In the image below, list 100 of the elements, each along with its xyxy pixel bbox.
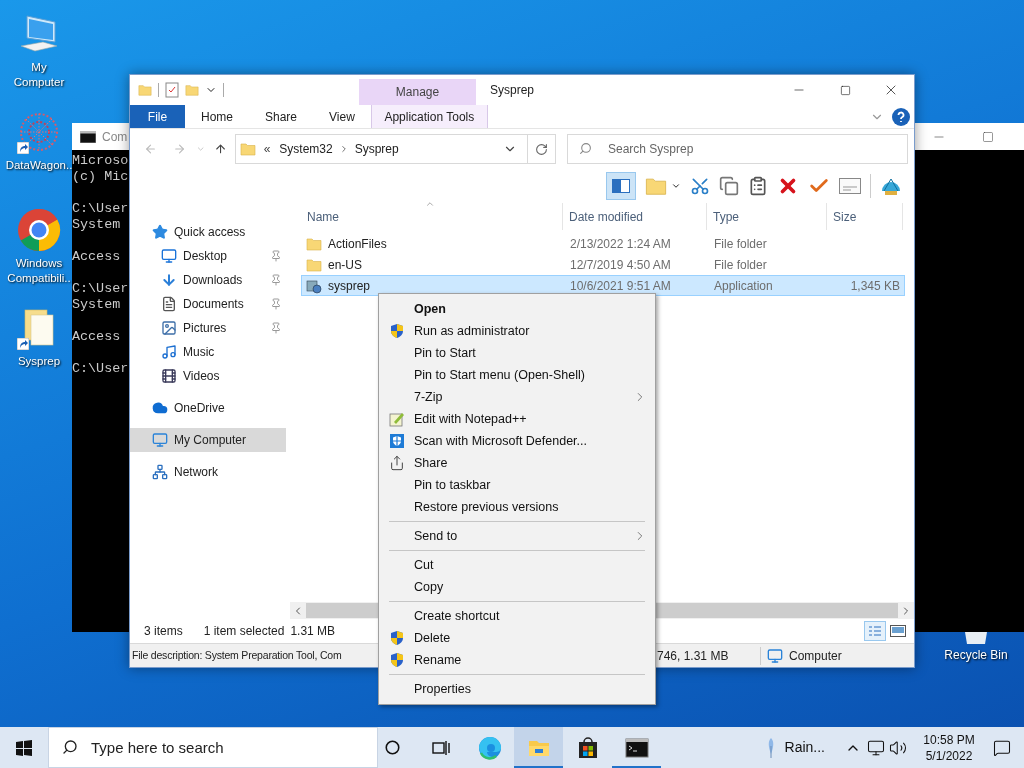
breadcrumb[interactable]: System32 [279,140,333,158]
column-header[interactable]: Date modified [563,203,707,230]
address-bar[interactable]: « System32 Sysprep [234,134,528,164]
folder-icon [306,235,322,252]
file-row[interactable]: en-US 12/7/2019 4:50 AM File folder [301,254,905,275]
menu-item[interactable]: Rename [379,649,655,671]
new-folder-icon [645,175,667,197]
menu-item[interactable]: Share [379,452,655,474]
menu-item[interactable]: Copy [379,576,655,598]
properties-icon[interactable] [165,82,179,98]
nav-item[interactable]: My Computer [130,428,286,452]
paste-icon[interactable] [748,176,768,196]
refresh-icon[interactable] [534,142,548,156]
weather-text[interactable]: Rain... [784,737,825,758]
picture-icon [161,320,177,336]
new-folder-icon [185,82,199,98]
table-cell-text: File folder [713,256,768,274]
search-field[interactable]: Search Sysprep [567,134,908,164]
document-icon [161,296,177,312]
nav-item[interactable]: OneDrive [130,396,286,420]
nav-item[interactable]: Music [130,340,286,364]
shortcut-arrow-icon [17,142,29,154]
dropdown-icon[interactable] [671,181,681,191]
maximize-icon[interactable] [982,130,994,143]
column-header[interactable]: Size [827,203,903,230]
column-header[interactable]: Name [301,203,563,230]
large-icons-view-icon[interactable] [890,625,906,637]
nav-item[interactable]: Desktop [130,244,286,268]
search-icon [579,142,592,155]
windows-logo-icon[interactable] [16,739,32,756]
nav-item[interactable]: Videos [130,364,286,388]
envelope-icon[interactable] [839,178,861,194]
maximize-icon[interactable] [839,84,851,96]
menu-item[interactable]: Restore previous versions [379,496,655,518]
desktop-icon-label[interactable]: Windows Compatibili.. [5,256,73,286]
selection-info: 1 item selected [203,623,285,640]
nav-item[interactable]: Downloads [130,268,286,292]
nav-item[interactable]: Quick access [130,220,286,244]
cortana-icon[interactable] [384,740,400,755]
menu-item[interactable]: Scan with Microsoft Defender... [379,430,655,452]
up-icon[interactable] [213,142,227,156]
preview-pane-icon [612,179,630,193]
address-overflow[interactable]: « [263,140,271,158]
menu-item[interactable]: 7-Zip [379,386,655,408]
menu-item[interactable]: Run as administrator [379,320,655,342]
ribbon-tab[interactable]: View [313,105,371,128]
notifications-icon[interactable] [993,738,1011,757]
ribbon-tab[interactable]: Share [249,105,314,128]
network-graph-icon [17,110,61,154]
menu-item[interactable]: Cut [379,554,655,576]
menu-item[interactable]: Send to [379,525,655,547]
desktop-icon-label[interactable]: Recycle Bin [944,646,1008,664]
breadcrumb[interactable]: Sysprep [354,140,399,158]
pin-icon [270,322,282,334]
console-line: C:\User [72,281,129,297]
file-description: File description: System Preparation Tool, Com [132,647,342,663]
folder-icon [239,140,256,158]
menu-item[interactable]: Properties [379,678,655,700]
menu-item[interactable]: Pin to taskbar [379,474,655,496]
taskbar-search-field[interactable]: Type here to search [48,727,378,768]
nav-item[interactable]: Pictures [130,316,286,340]
task-view-icon[interactable] [431,739,450,756]
shield-icon [388,323,405,339]
clock[interactable]: 10:58 PM 5/1/2022 [917,731,981,764]
console-line: C:\User [72,201,129,217]
terminal-icon [80,130,96,143]
ribbon-tab[interactable]: Application Tools [370,105,488,128]
copy-icon[interactable] [719,176,739,196]
help-icon[interactable] [892,107,910,126]
menu-item[interactable]: Open [379,298,655,320]
file-row[interactable]: sysprep 10/6/2021 9:51 AM Application 1,345 KB [301,275,905,296]
console-line: Access [72,249,121,265]
pin-icon [270,274,282,286]
cut-icon[interactable] [690,176,710,196]
sort-ascending-icon [425,199,435,209]
preview-pane-button[interactable] [606,172,636,200]
network-status-icon[interactable] [867,738,885,757]
nav-item[interactable]: Network [130,460,286,484]
menu-item[interactable]: Delete [379,627,655,649]
ribbon-tab[interactable]: Home [185,105,249,128]
table-cell-text: 1,345 KB [849,277,901,295]
search-icon [62,739,78,755]
folder-icon [306,256,322,273]
file-row[interactable]: ActionFiles 2/13/2022 1:24 AM File folder [301,233,905,254]
nav-item[interactable]: Documents [130,292,286,316]
volume-icon[interactable] [889,738,907,757]
cloud-icon [152,400,168,416]
console-line: Access [72,329,121,345]
computer-icon [152,432,168,448]
menu-item[interactable]: Pin to Start menu (Open-Shell) [379,364,655,386]
item-count: 3 items [144,623,183,640]
ribbon-tab[interactable]: File [130,105,185,128]
zone-label: Computer [789,647,842,665]
column-header[interactable]: Type [707,203,827,230]
film-icon [161,368,177,384]
star-icon [152,224,168,240]
menu-item[interactable]: Edit with Notepad++ [379,408,655,430]
menu-item[interactable]: Pin to Start [379,342,655,364]
desktop-icon-label[interactable]: Sysprep [17,354,61,369]
menu-item[interactable]: Create shortcut [379,605,655,627]
